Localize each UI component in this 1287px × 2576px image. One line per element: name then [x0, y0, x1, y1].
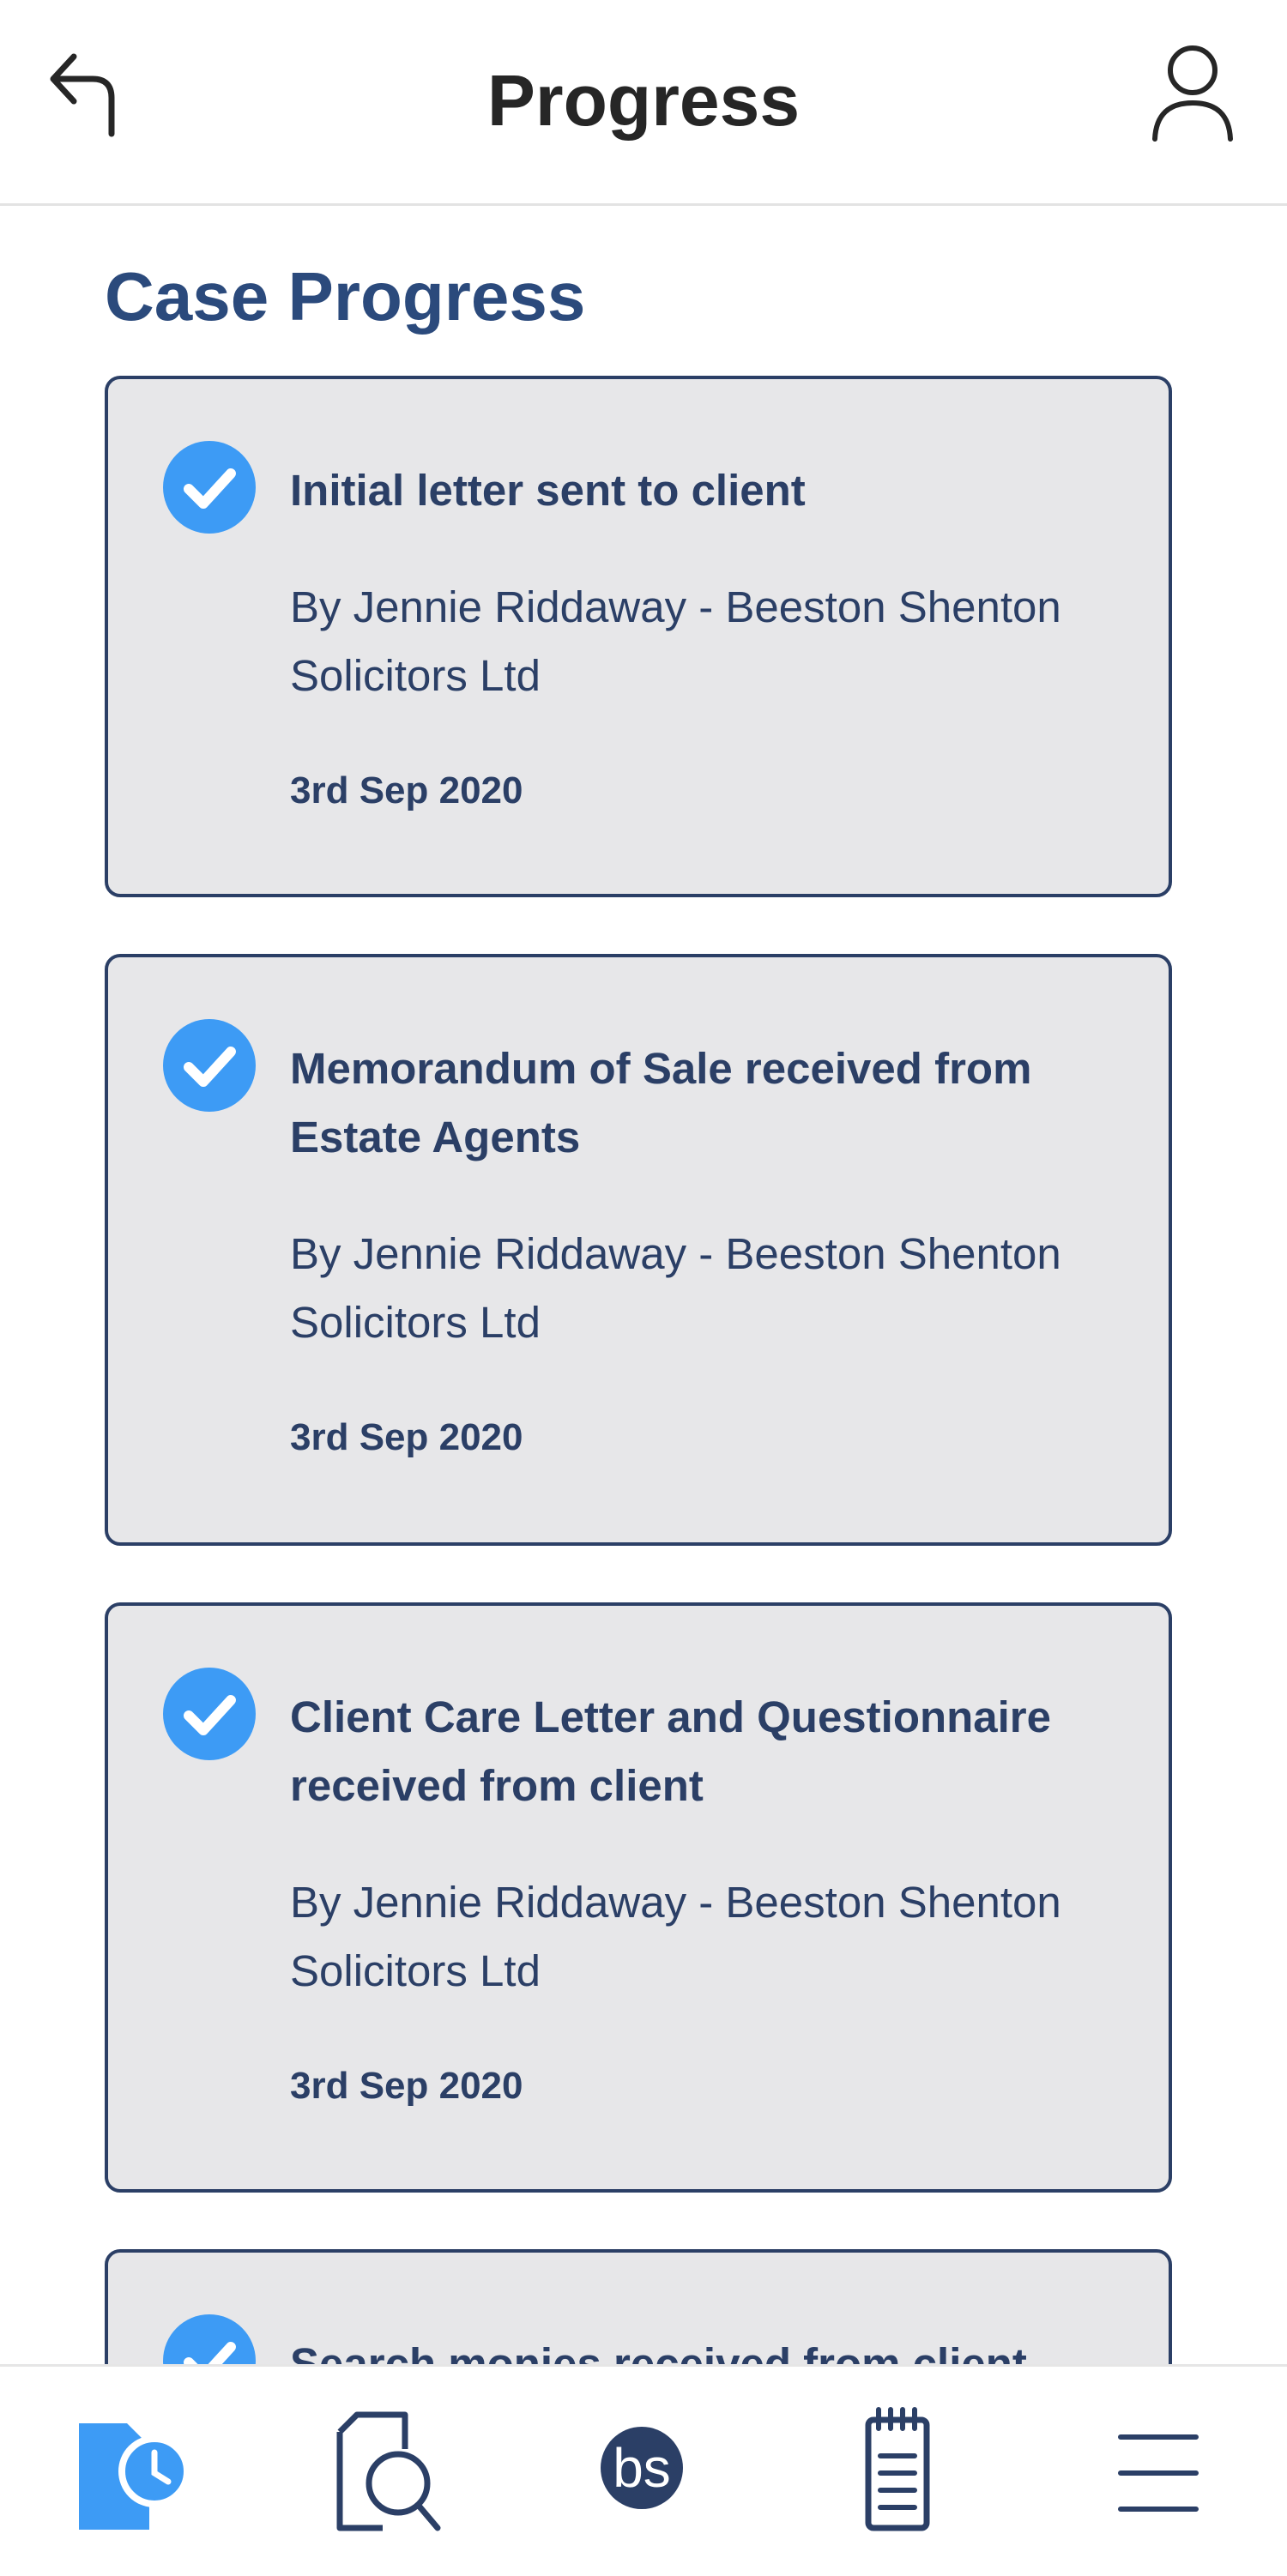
progress-item-date: 3rd Sep 2020	[290, 2065, 523, 2107]
progress-item-title: Search monies received from client	[290, 2339, 1027, 2364]
user-icon	[1152, 45, 1233, 142]
bs-logo-label: bs	[613, 2437, 671, 2499]
progress-item-author: By Jennie Riddaway - Beeston Shenton Sol…	[290, 582, 1061, 700]
check-circle-icon	[163, 441, 256, 534]
notepad-icon	[865, 2407, 930, 2531]
progress-card[interactable]: Initial letter sent to client By Jennie …	[105, 376, 1172, 897]
nav-menu[interactable]	[1079, 2367, 1234, 2576]
check-circle-icon	[163, 2314, 256, 2364]
case-progress-content[interactable]: Case Progress Initial letter sent to cli…	[0, 206, 1287, 2364]
progress-item-date: 3rd Sep 2020	[290, 769, 523, 811]
progress-card[interactable]: Client Care Letter and Questionnaire rec…	[105, 1602, 1172, 2193]
document-search-icon	[336, 2411, 441, 2531]
progress-card[interactable]: Memorandum of Sale received from Estate …	[105, 954, 1172, 1546]
progress-item-author: By Jennie Riddaway - Beeston Shenton Sol…	[290, 1229, 1061, 1347]
progress-card[interactable]: Search monies received from client	[105, 2249, 1172, 2364]
progress-item-title: Initial letter sent to client	[290, 466, 806, 515]
progress-document-clock-icon	[79, 2423, 190, 2530]
check-circle-icon	[163, 1668, 256, 1760]
nav-home-logo[interactable]: bs	[566, 2367, 721, 2576]
section-title: Case Progress	[105, 258, 586, 335]
page-title: Progress	[486, 60, 801, 141]
menu-icon	[1118, 2434, 1199, 2512]
profile-button[interactable]	[1150, 43, 1236, 146]
nav-progress[interactable]	[53, 2367, 208, 2576]
app-header: Progress	[0, 0, 1287, 206]
progress-item-date: 3rd Sep 2020	[290, 1416, 523, 1458]
nav-notes[interactable]	[822, 2367, 976, 2576]
progress-item-title: Client Care Letter and Questionnaire rec…	[290, 1692, 1052, 1810]
bottom-navigation: bs	[0, 2364, 1287, 2576]
check-circle-icon	[163, 1019, 256, 1112]
nav-documents[interactable]	[311, 2367, 465, 2576]
progress-item-author: By Jennie Riddaway - Beeston Shenton Sol…	[290, 1878, 1061, 1995]
progress-item-title: Memorandum of Sale received from Estate …	[290, 1044, 1032, 1161]
